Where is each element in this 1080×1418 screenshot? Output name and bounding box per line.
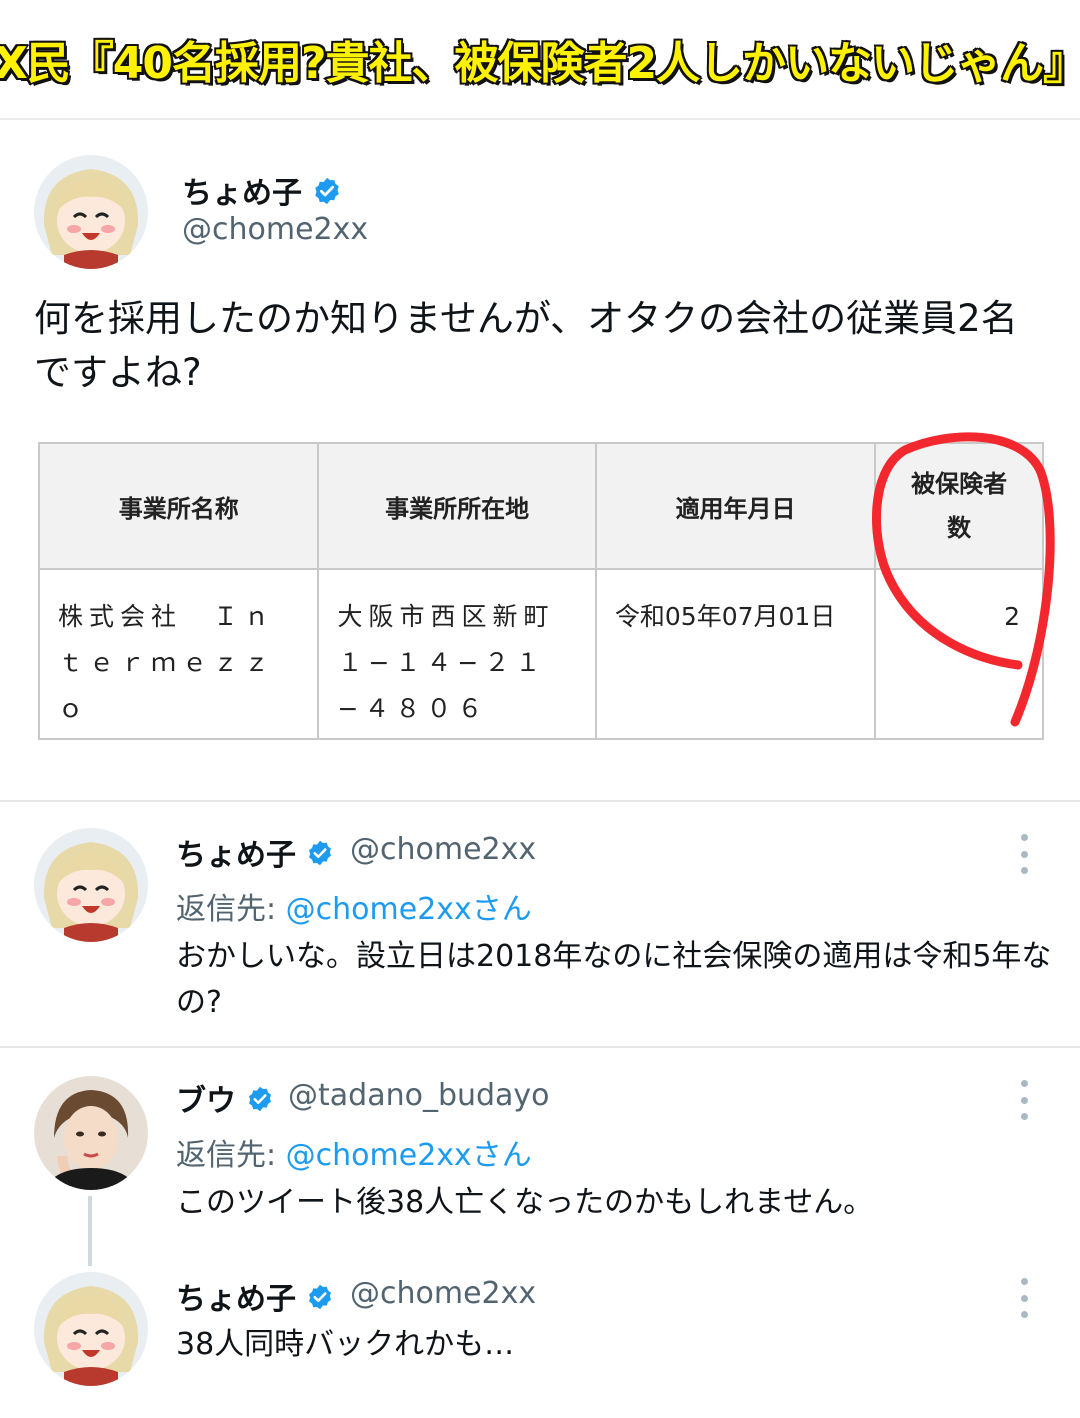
user-handle[interactable]: @chome2xx <box>350 832 536 867</box>
user-handle[interactable]: @tadano_budayo <box>288 1078 550 1113</box>
user-handle[interactable]: @chome2xx <box>182 212 368 247</box>
user-handle[interactable]: @chome2xx <box>350 1276 536 1311</box>
insurance-table: 事業所名称 事業所所在地 適用年月日 被保険者数 株式会社 Ｉｎｔｅｒｍｅｚｚｏ… <box>37 442 1044 740</box>
more-options-icon[interactable] <box>1020 834 1028 874</box>
avatar[interactable] <box>34 155 148 269</box>
table-row: 株式会社 Ｉｎｔｅｒｍｅｚｚｏ 大阪市西区新町１−１４−２１−４８０６ 令和05… <box>37 568 1044 740</box>
more-options-icon[interactable] <box>1020 1080 1028 1120</box>
verified-badge-icon <box>306 839 334 875</box>
divider <box>0 1046 1080 1048</box>
table-cell: 大阪市西区新町１−１４−２１−４８０６ <box>317 568 597 740</box>
table-header-row: 事業所名称 事業所所在地 適用年月日 被保険者数 <box>37 442 1044 570</box>
table-cell: 令和05年07月01日 <box>594 568 877 740</box>
reply-to: 返信先: @chome2xxさん <box>176 892 532 927</box>
verified-badge-icon <box>246 1085 274 1121</box>
tweet-text: 何を採用したのか知りませんが、オタクの会社の従業員2名ですよね? <box>34 297 1018 394</box>
reply-text: 38人同時バックれかも… <box>176 1327 515 1362</box>
divider <box>0 800 1080 802</box>
table-header: 適用年月日 <box>594 442 877 570</box>
title-banner: X民『40名採用?貴社、被保険者2人しかいないじゃん』 <box>0 0 1080 120</box>
verified-badge-icon <box>306 1283 334 1319</box>
display-name[interactable]: ブウ <box>176 1076 274 1121</box>
thread-connector <box>88 1196 92 1266</box>
more-options-icon[interactable] <box>1020 1278 1028 1318</box>
verified-badge-icon <box>312 176 342 214</box>
reply-text: このツイート後38人亡くなったのかもしれません。 <box>176 1185 874 1220</box>
display-name[interactable]: ちょめ子 <box>176 1274 334 1319</box>
table-cell: 2 <box>874 568 1044 740</box>
display-name[interactable]: ちょめ子 <box>176 830 334 875</box>
banner-title: X民『40名採用?貴社、被保険者2人しかいないじゃん』 <box>0 37 1080 91</box>
reply-mention-link[interactable]: @chome2xxさん <box>286 892 532 927</box>
reply-text: おかしいな。設立日は2018年なのに社会保険の適用は令和5年なの? <box>176 939 1052 1020</box>
reply-mention-link[interactable]: @chome2xxさん <box>286 1138 532 1173</box>
table-header: 被保険者数 <box>874 442 1044 570</box>
avatar[interactable] <box>34 1076 148 1190</box>
avatar[interactable] <box>34 828 148 942</box>
avatar[interactable] <box>34 1272 148 1386</box>
reply-to: 返信先: @chome2xxさん <box>176 1138 532 1173</box>
display-name[interactable]: ちょめ子 <box>182 168 342 214</box>
table-cell: 株式会社 Ｉｎｔｅｒｍｅｚｚｏ <box>37 568 320 740</box>
table-header: 事業所所在地 <box>317 442 597 570</box>
table-header: 事業所名称 <box>37 442 320 570</box>
